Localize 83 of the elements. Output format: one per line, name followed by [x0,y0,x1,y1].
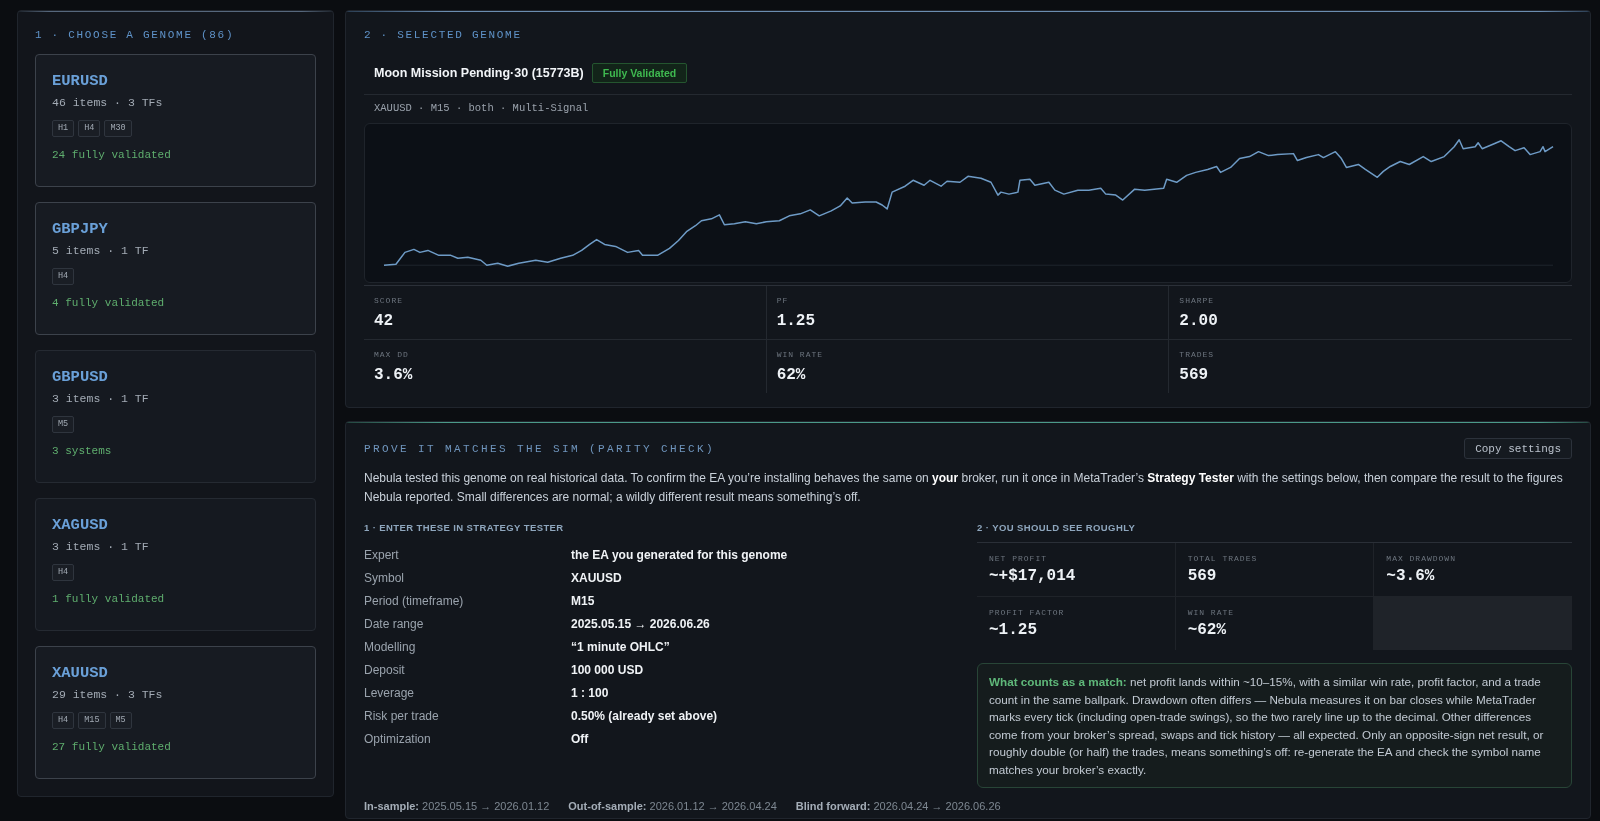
stat-label: TRADES [1179,349,1216,360]
setting-value: 0.50% (already set above) [571,708,718,723]
setting-label: Modelling [364,639,417,654]
setting-label: Date range [364,616,425,631]
stat-value: 1.25 [776,311,817,331]
stat-value: 3.6% [374,365,414,385]
setting-value: 2025.05.15 → 2026.06.26 [571,616,710,631]
setting-label: Risk per trade [364,708,440,723]
section-heading: 2 · YOU SHOULD SEE ROUGHLY [977,521,1137,534]
validation-status: 4 fully validated [52,296,166,310]
timeframe-tag: H4 [52,268,75,285]
validation-status: 27 fully validated [52,740,172,754]
sample-window-text: Out-of-sample: 2026.01.12 → 2026.04.24 [568,799,777,813]
card-title: EURUSD [52,72,109,90]
setting-value: XAUUSD [571,570,622,585]
stat-value: 62% [776,365,807,385]
copy-settings-button[interactable]: Copy settings [1464,438,1572,459]
genome-card[interactable]: GBPJPY 5 items · 1 TF H4 4 fully validated [35,202,316,335]
metric-label: NET PROFIT [989,553,1048,564]
item-count: 3 items · 1 TF [52,392,150,406]
setting-value: “1 minute OHLC” [571,639,670,654]
setting-value: 100 000 USD [571,662,644,677]
stat-label: PF [776,295,790,306]
item-count: 29 items · 3 TFs [52,688,164,702]
metric-label: PROFIT FACTOR [989,607,1066,618]
card-title: GBPJPY [52,220,109,238]
setting-label: Leverage [364,685,416,700]
metric-label: WIN RATE [1187,607,1236,618]
metric-value: ~1.25 [989,620,1038,640]
intro-text: Nebula tested this genome on real historical data. To confirm the EA you’re installing behaves the same on your broker, run it once in MetaTrader’s Strategy Tester with the settings below, then compare the result to the figures Nebula reported. Small differences are normal; a wildly different result means something’s off. [364,470,1564,506]
validation-badge: Fully Validated [591,63,688,83]
stat-label: SHARPE [1179,295,1216,306]
setting-value: the EA you generated for this genome [571,547,788,562]
validation-status: 24 fully validated [52,148,172,162]
timeframe-tag: M15 [78,712,106,729]
card-title: GBPUSD [52,368,109,386]
setting-value: Off [571,731,589,746]
card-title: XAGUSD [52,516,109,534]
card-title: XAUUSD [52,664,109,682]
stat-label: WIN RATE [776,349,825,360]
stat-value: 569 [1179,365,1210,385]
panel-title: 2 · SELECTED GENOME [364,28,523,42]
stat-value: 42 [374,311,395,331]
metric-value: ~+$17,014 [989,566,1077,586]
timeframe-tag: H4 [52,712,75,729]
metric-value: 569 [1187,566,1218,586]
setting-label: Symbol [364,570,405,585]
panel-title: PROVE IT MATCHES THE SIM (PARITY CHECK) [364,441,716,456]
genome-card[interactable]: XAUUSD 29 items · 3 TFs H4 M15 M5 27 fully validated [35,646,316,779]
genome-card[interactable]: XAGUSD 3 items · 1 TF H4 1 fully validated [35,498,316,631]
timeframe-tag: M5 [52,416,75,433]
genome-name: Moon Mission Pending·30 (15773B) [374,66,584,80]
setting-value: M15 [571,593,595,608]
sample-window-text: In-sample: 2025.05.15 → 2026.01.12 [364,799,550,813]
validation-status: 1 fully validated [52,592,166,606]
genome-card[interactable]: GBPUSD 3 items · 1 TF M5 3 systems [35,350,316,483]
sample-window-text: Blind forward: 2026.04.24 → 2026.06.26 [795,799,1001,813]
stat-value: 2.00 [1179,311,1219,331]
stat-label: MAX DD [374,349,410,360]
timeframe-tag: H1 [52,120,75,137]
validation-status: 3 systems [52,444,113,458]
panel-title: 1 · CHOOSE A GENOME (86) [35,28,236,42]
metric-label: MAX DRAWDOWN [1386,553,1457,564]
setting-label: Expert [364,547,400,562]
match-criteria-note: What counts as a match: net profit lands within ~10–15%, with a similar win rate, profit factor, and a trade count in the same ballpark. Drawdown often differs — Nebula measures it on bar closes while MetaTrader marks every tick (including open-trade swings), so the two rarely line up to the decimal. Other differences come from your broker’s spread, swaps and tick history — all expected. Only an opposite-sign net result, or roughly double (or half) the trades, means something’s off: re-generate the EA and check the symbol name matches your broker’s exactly. [977,663,1572,788]
item-count: 5 items · 1 TF [52,244,150,258]
timeframe-tag: H4 [52,564,75,581]
setting-value: 1 : 100 [571,685,609,700]
timeframe-tag: M30 [104,120,132,137]
stat-label: SCORE [374,295,404,306]
timeframe-tag: H4 [78,120,101,137]
metric-value: ~3.6% [1386,566,1436,586]
section-heading: 1 · ENTER THESE IN STRATEGY TESTER [364,521,565,534]
genome-card[interactable]: EURUSD 46 items · 3 TFs H1 H4 M30 24 fully validated [35,54,316,187]
metric-value: ~62% [1187,620,1228,640]
setting-label: Optimization [364,731,432,746]
metric-label: TOTAL TRADES [1187,553,1259,564]
setting-label: Period (timeframe) [364,593,465,608]
item-count: 46 items · 3 TFs [52,96,164,110]
item-count: 3 items · 1 TF [52,540,150,554]
genome-meta: XAUUSD · M15 · both · Multi-Signal [373,101,590,115]
timeframe-tag: M5 [109,712,132,729]
setting-label: Deposit [364,662,406,677]
